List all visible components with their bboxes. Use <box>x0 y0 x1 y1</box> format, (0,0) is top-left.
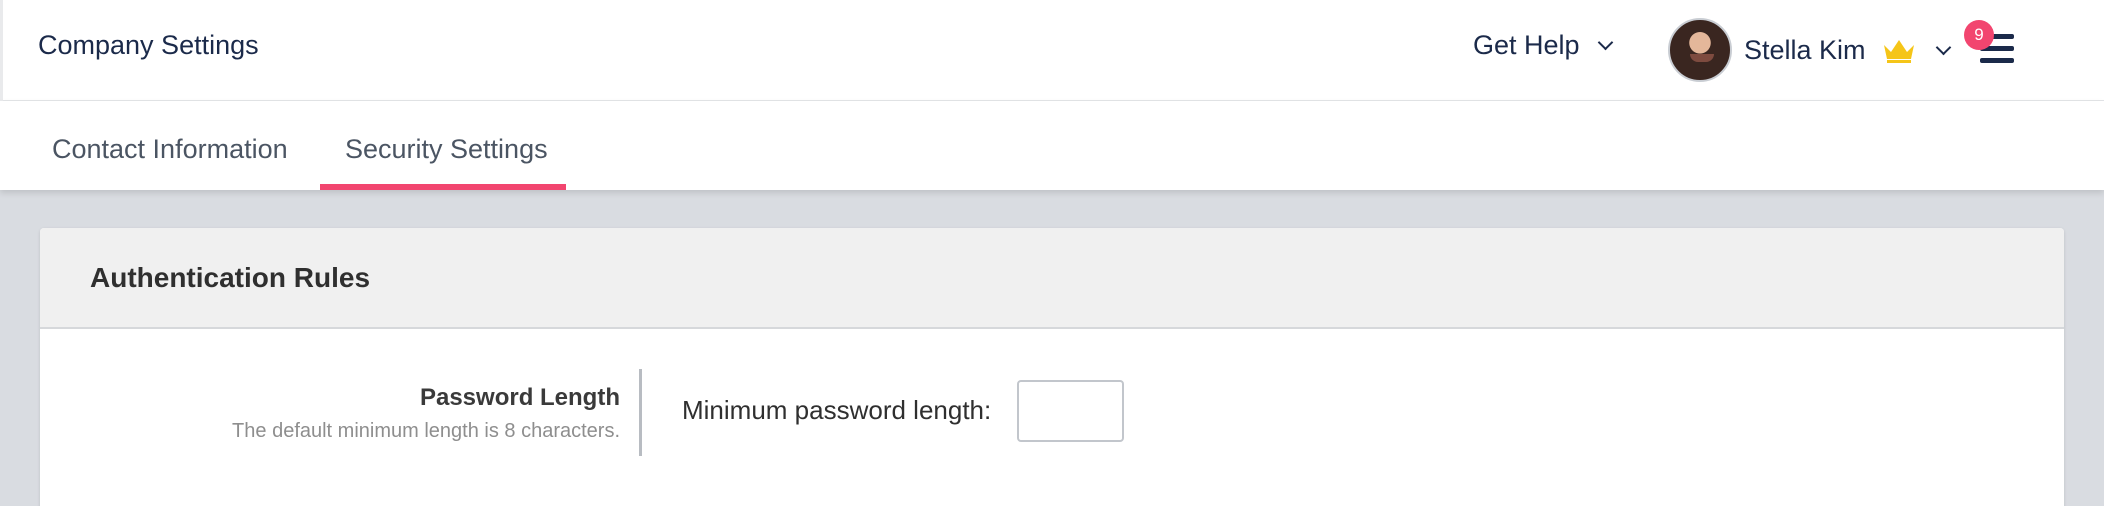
authentication-rules-card: Authentication Rules Password Length The… <box>40 228 2064 506</box>
chevron-down-icon <box>1597 34 1613 51</box>
active-tab-indicator <box>320 184 566 190</box>
tab-contact-information[interactable]: Contact Information <box>52 134 288 165</box>
notification-badge: 9 <box>1964 20 1994 50</box>
section-title: Authentication Rules <box>90 262 371 293</box>
password-length-label-group: Password Length The default minimum leng… <box>232 384 620 443</box>
password-length-title: Password Length <box>419 384 620 411</box>
user-name: Stella Kim <box>1744 34 1866 65</box>
divider <box>639 369 642 456</box>
user-menu[interactable]: Stella Kim <box>1668 18 1951 82</box>
password-length-description: The default minimum length is 8 characte… <box>232 420 620 442</box>
chevron-down-icon <box>1935 39 1951 55</box>
min-password-length-input[interactable] <box>1017 380 1124 442</box>
tab-security-settings[interactable]: Security Settings <box>345 134 548 165</box>
get-help-label: Get Help <box>1473 30 1580 60</box>
get-help-dropdown[interactable]: Get Help <box>1473 30 1613 61</box>
min-password-length-label: Minimum password length: <box>682 395 992 425</box>
page-title: Company Settings <box>38 30 259 60</box>
tab-bar: Contact Information Security Settings <box>0 101 2104 190</box>
top-bar: Company Settings Get Help Stella Kim 9 <box>0 0 2104 101</box>
left-edge <box>0 0 3 101</box>
crown-icon <box>1883 40 1914 63</box>
card-header: Authentication Rules <box>40 228 2064 329</box>
avatar <box>1668 18 1732 82</box>
